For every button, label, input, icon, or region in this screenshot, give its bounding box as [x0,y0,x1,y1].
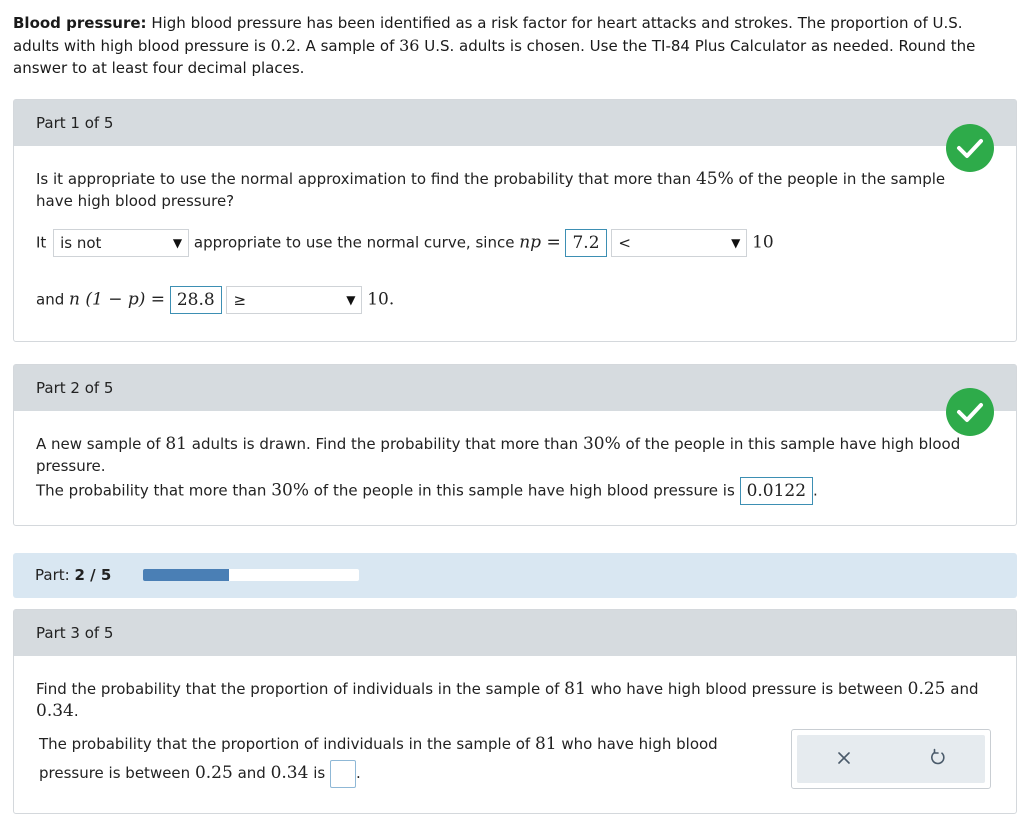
appropriate-select[interactable]: is not ▼ [53,229,190,257]
part-3-header: Part 3 of 5 [14,610,1016,656]
clear-button[interactable] [824,739,864,779]
part-2-header: Part 2 of 5 [14,365,1016,411]
part-1-answer-row-2: and n (1 − p) = 28.8 ≥ ▼ 10. [36,286,394,314]
part-3-answer-input[interactable] [329,759,356,788]
undo-icon [929,748,947,770]
dropdown-arrow-icon: ▼ [172,236,183,250]
np-compare-select[interactable]: < ▼ [611,229,748,257]
n1p-compare-select[interactable]: ≥ ▼ [226,286,363,314]
check-icon [946,388,994,436]
progress-label: Part: 2 / 5 [35,566,112,584]
n1p-answer[interactable]: 28.8 [169,286,222,314]
undo-button[interactable] [918,739,958,779]
dropdown-arrow-icon: ▼ [731,236,741,250]
part-1-question: Is it appropriate to use the normal appr… [36,169,946,210]
part-1-card: Part 1 of 5 Is it appropriate to use the… [13,99,1017,342]
x-icon [837,750,851,769]
part-2-answer[interactable]: 0.0122 [739,477,814,505]
progress-fill [143,569,230,581]
part-2-question: A new sample of 81 adults is drawn. Find… [36,434,961,475]
part-3-answer-prompt: The probability that the proportion of i… [39,730,759,788]
part-1-answer-row-1: It is not ▼ appropriate to use the normal… [36,229,774,257]
answer-tools [791,729,991,789]
np-answer[interactable]: 7.2 [565,229,607,257]
part-2-card: Part 2 of 5 A new sample of 81 adults is… [13,364,1017,526]
check-icon [946,124,994,172]
part-3-question: Find the probability that the proportion… [36,679,979,721]
problem-intro: Blood pressure: High blood pressure has … [13,14,976,77]
part-2-answer-row: The probability that more than 30% of th… [36,477,818,505]
progress-track [143,569,359,581]
part-progress: Part: 2 / 5 [13,553,1017,598]
part-1-header: Part 1 of 5 [14,100,1016,146]
dropdown-arrow-icon: ▼ [346,293,356,307]
intro-topic: Blood pressure: [13,14,147,32]
